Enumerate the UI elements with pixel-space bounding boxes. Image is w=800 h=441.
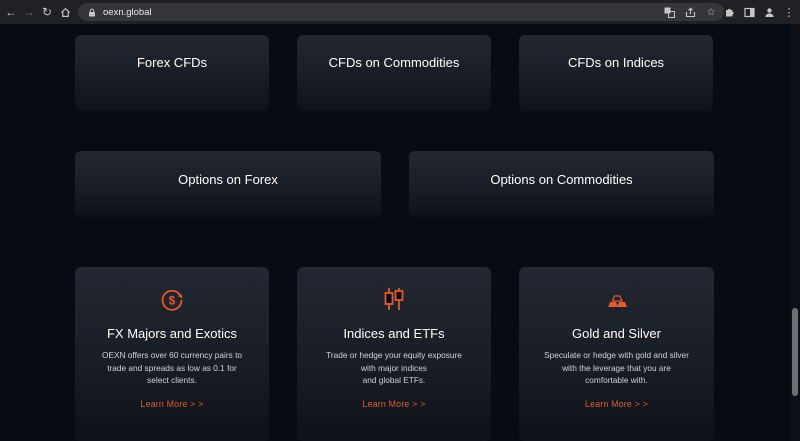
feature-description: Speculate or hedge with gold and silver … [537, 349, 696, 387]
puzzle-icon[interactable] [722, 5, 736, 19]
profile-icon[interactable] [762, 5, 776, 19]
description-line: select clients. [147, 375, 197, 385]
description-line: Speculate or hedge with gold and silver [544, 350, 689, 360]
description-line: with major indices [361, 362, 427, 373]
lock-icon[interactable] [87, 7, 97, 17]
description-line: with the leverage that you are [562, 362, 671, 373]
scrollbar-thumb[interactable] [792, 308, 798, 396]
description-line: OEXN offers over 60 currency pairs to [101, 350, 243, 360]
description-line: and global ETFs. [362, 375, 426, 385]
feature-title: Indices and ETFs [343, 326, 445, 341]
home-icon[interactable] [56, 0, 74, 24]
category-title: Options on Commodities [490, 172, 633, 187]
feature-card-indices: Indices and ETFs Trade or hedge your equ… [297, 267, 491, 441]
share-icon[interactable] [683, 5, 697, 19]
candlestick-chart-icon [381, 286, 407, 317]
star-icon[interactable]: ☆ [704, 5, 718, 19]
kebab-menu-icon[interactable]: ⋮ [782, 5, 796, 19]
category-card-options-commodities[interactable]: Options on Commodities [409, 151, 714, 217]
translate-icon[interactable] [662, 5, 676, 19]
svg-text:$: $ [169, 294, 176, 308]
currency-exchange-icon: $ [159, 287, 185, 318]
category-title: Forex CFDs [136, 55, 208, 70]
arrow-left-icon[interactable]: ← [2, 0, 20, 24]
feature-description: Trade or hedge your equity exposure with… [315, 349, 473, 387]
category-title: Options on Forex [178, 172, 278, 187]
gold-bars-icon [606, 291, 628, 314]
address-bar[interactable]: oexn.global ☆ [78, 3, 724, 21]
description-line: trade and spreads as low as 0.1 for [107, 362, 237, 373]
description-line: Trade or hedge your equity exposure [326, 350, 462, 360]
description-line: comfortable with. [585, 375, 648, 385]
page-content: Forex CFDs CFDs on Commodities CFDs on I… [0, 24, 790, 441]
feature-title: FX Majors and Exotics [106, 326, 238, 341]
page-scrollbar[interactable] [790, 24, 800, 441]
url-text[interactable]: oexn.global [103, 7, 152, 18]
feature-title: Gold and Silver [572, 326, 661, 341]
browser-toolbar: ← → ↻ oexn.global ☆ ⋮ [0, 0, 800, 24]
category-title: CFDs on Commodities [328, 55, 460, 70]
category-card-cfds-indices[interactable]: CFDs on Indices [519, 35, 713, 111]
category-card-forex-cfds[interactable]: Forex CFDs [75, 35, 269, 111]
feature-description: OEXN offers over 60 currency pairs to tr… [93, 349, 251, 387]
category-title: CFDs on Indices [567, 55, 665, 70]
reload-icon[interactable]: ↻ [38, 0, 56, 24]
category-card-options-forex[interactable]: Options on Forex [75, 151, 381, 217]
learn-more-link[interactable]: Learn More > > [297, 399, 491, 409]
feature-card-gold: Gold and Silver Speculate or hedge with … [519, 267, 714, 441]
arrow-right-icon[interactable]: → [20, 0, 38, 24]
feature-card-fx: $ FX Majors and Exotics OEXN offers over… [75, 267, 269, 441]
category-card-cfds-commodities[interactable]: CFDs on Commodities [297, 35, 491, 111]
side-panel-icon[interactable] [742, 5, 756, 19]
learn-more-link[interactable]: Learn More > > [519, 399, 714, 409]
learn-more-link[interactable]: Learn More > > [75, 399, 269, 409]
